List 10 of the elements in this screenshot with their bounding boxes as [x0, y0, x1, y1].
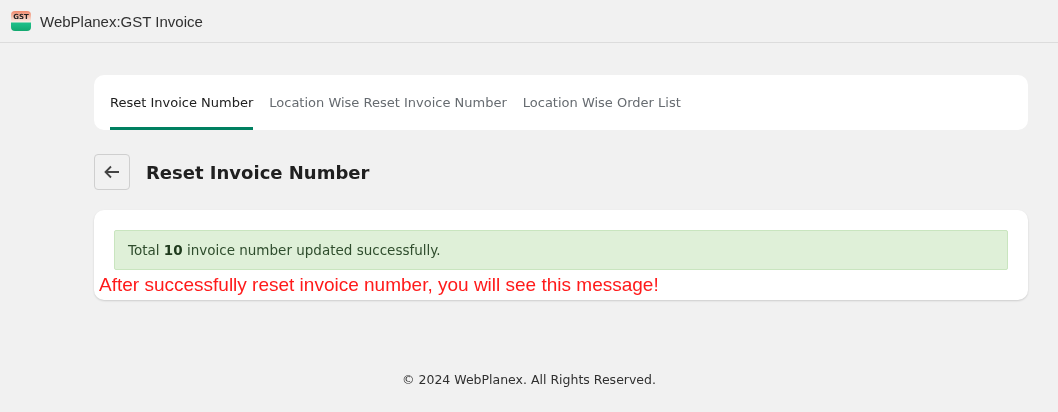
tab[interactable]: Reset Invoice Number [110, 75, 254, 130]
back-button[interactable] [94, 154, 130, 190]
success-alert: Total 10 invoice number updated successfully. [114, 230, 1008, 270]
copyright-text: © 2024 WebPlanex. All Rights Reserved. [402, 372, 656, 387]
page-title: Reset Invoice Number [146, 161, 370, 183]
app-title: WebPlanex:GST Invoice [40, 12, 203, 30]
annotation-text: After successfully reset invoice number, you will see this message! [99, 274, 660, 296]
back-arrow-icon [104, 165, 120, 179]
tab[interactable]: Location Wise Reset Invoice Number [269, 75, 507, 130]
tab[interactable]: Location Wise Order List [522, 75, 681, 130]
